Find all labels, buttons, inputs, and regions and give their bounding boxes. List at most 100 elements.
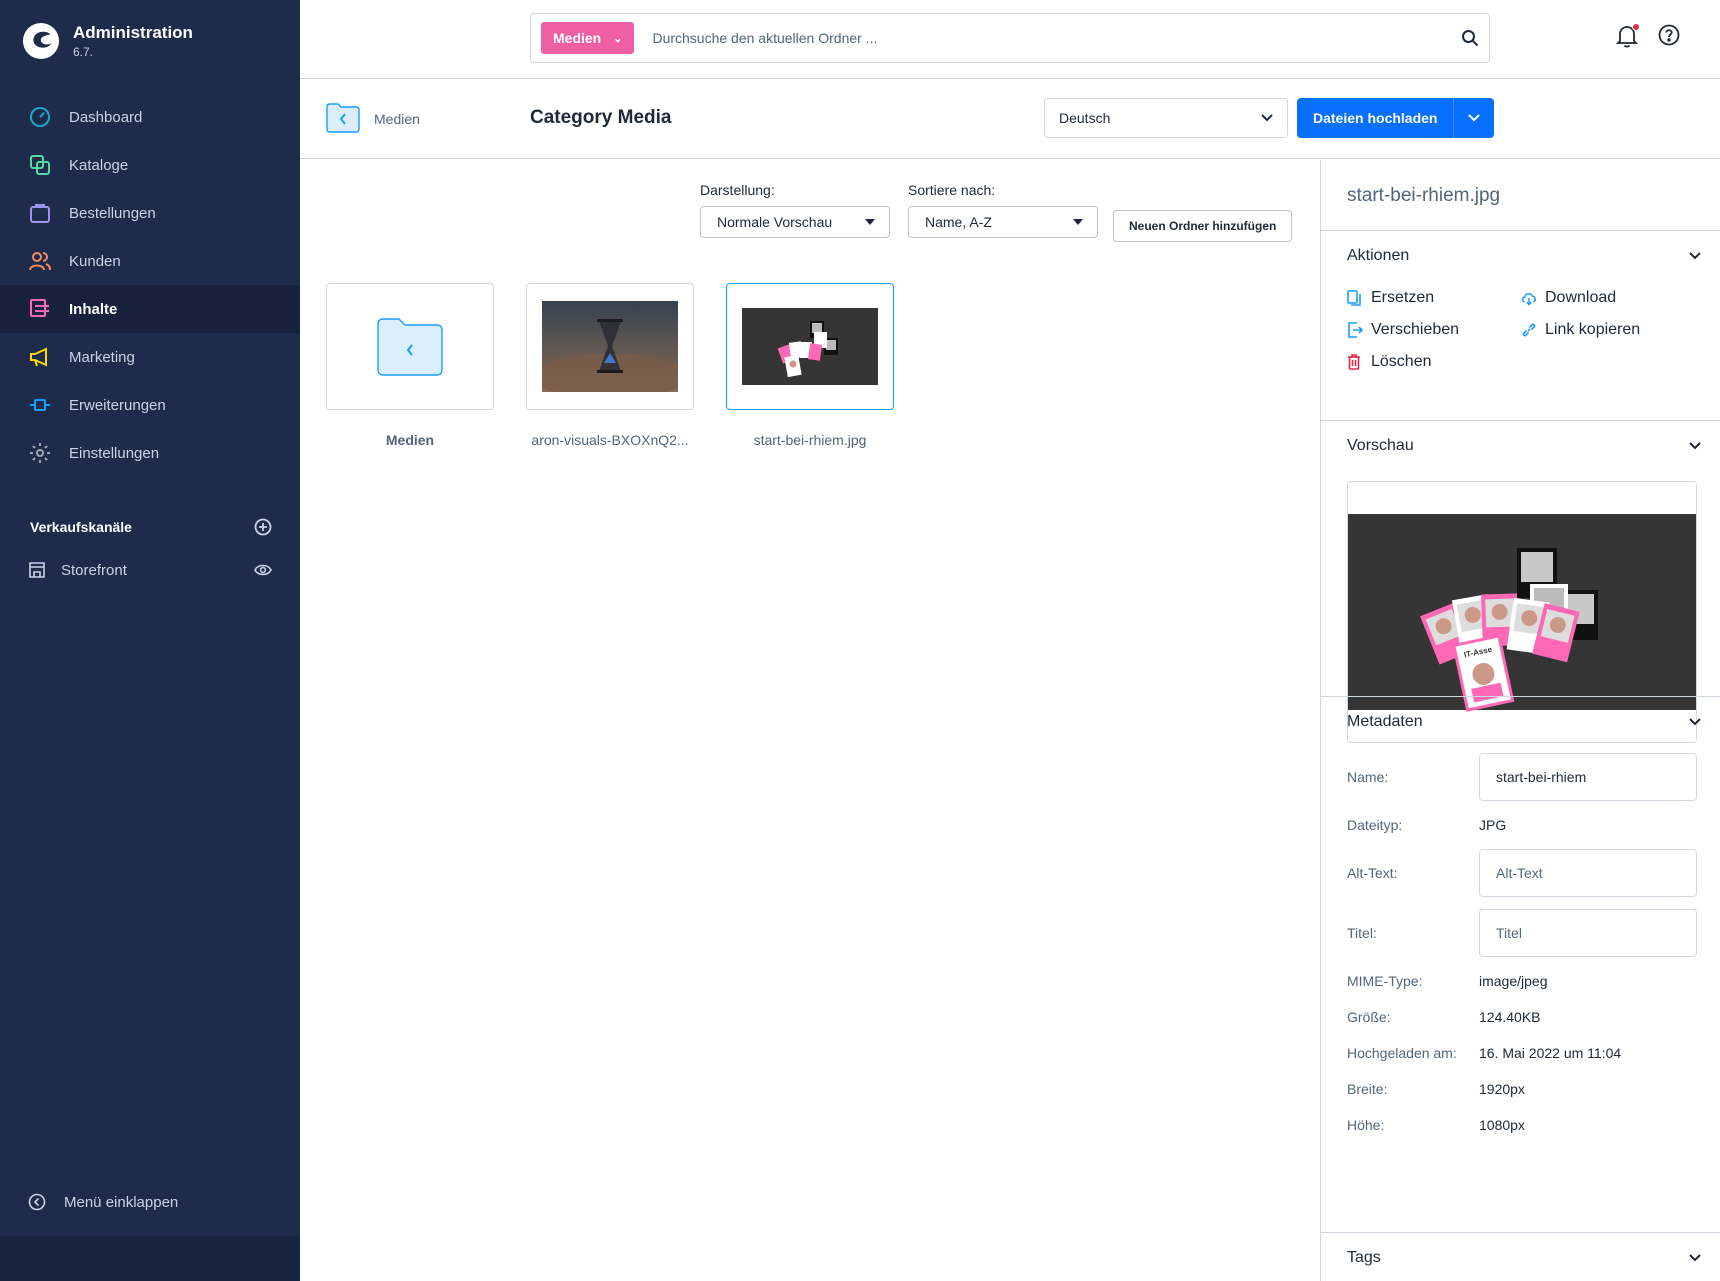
search-type-chip[interactable]: Medien ⌄: [541, 22, 635, 54]
meta-width-row: Breite: 1920px: [1347, 1081, 1701, 1097]
tags-header[interactable]: Tags: [1347, 1249, 1701, 1267]
shopware-logo: [22, 22, 60, 60]
customers-icon: [28, 249, 52, 273]
sidebar-item-label: Dashboard: [69, 108, 143, 126]
title-field[interactable]: [1479, 909, 1697, 957]
metadata-title: Metadaten: [1347, 713, 1423, 730]
upload-button-group: Dateien hochladen: [1297, 98, 1495, 138]
storefront-label: Storefront: [61, 561, 127, 579]
top-icons: [1615, 23, 1680, 53]
cards-photo: [742, 308, 878, 385]
language-select[interactable]: Deutsch: [1044, 98, 1288, 138]
media-item-image[interactable]: aron-visuals-BXOXnQ2...: [526, 283, 694, 448]
meta-width-value: 1920px: [1479, 1081, 1525, 1097]
top-bar: Medien ⌄: [300, 0, 1720, 79]
chevron-left-circle-icon: [28, 1193, 46, 1211]
caret-down-icon: [865, 219, 875, 225]
meta-mime-value: image/jpeg: [1479, 973, 1548, 989]
upload-files-button[interactable]: Dateien hochladen: [1297, 98, 1455, 138]
chevron-down-icon: [1689, 718, 1701, 726]
breadcrumb[interactable]: Medien: [374, 111, 420, 127]
media-item-image-selected[interactable]: start-bei-rhiem.jpg: [726, 283, 894, 448]
orders-icon: [28, 201, 52, 225]
meta-alt-label: Alt-Text:: [1347, 865, 1398, 881]
catalog-icon: [28, 153, 52, 177]
sidebar-item-erweiterungen[interactable]: Erweiterungen: [0, 381, 300, 429]
view-filter: Darstellung: Normale Vorschau: [700, 182, 890, 238]
media-sidebar: start-bei-rhiem.jpg Aktionen Ersetzen Do…: [1320, 160, 1720, 1281]
eye-icon[interactable]: [254, 563, 272, 577]
search-icon[interactable]: [1461, 29, 1479, 47]
metadata-section: Metadaten Name: Dateityp: JPG Alt-Text: …: [1321, 696, 1720, 1146]
search-type-label: Medien: [553, 30, 602, 46]
sort-select-value: Name, A-Z: [925, 214, 992, 230]
upload-options-toggle[interactable]: [1454, 98, 1494, 138]
chevron-down-icon: [1261, 114, 1273, 122]
media-thumbnail: [726, 283, 894, 410]
brand[interactable]: Administration 6.7.: [22, 22, 193, 60]
link-icon: [1522, 323, 1536, 337]
meta-uploaded-row: Hochgeladen am: 16. Mai 2022 um 11:04: [1347, 1045, 1701, 1061]
add-circle-icon[interactable]: [254, 518, 272, 536]
name-field[interactable]: [1479, 753, 1697, 801]
actions-header[interactable]: Aktionen: [1347, 247, 1701, 265]
view-select[interactable]: Normale Vorschau: [700, 206, 890, 238]
sidebar-item-kunden[interactable]: Kunden: [0, 237, 300, 285]
meta-width-label: Breite:: [1347, 1081, 1388, 1097]
view-select-value: Normale Vorschau: [717, 214, 833, 230]
replace-icon: [1347, 289, 1361, 306]
search-bar: Medien ⌄: [530, 13, 1490, 63]
sidebar-item-inhalte[interactable]: Inhalte: [0, 285, 300, 333]
media-thumbnail: [526, 283, 694, 410]
preview-header[interactable]: Vorschau: [1347, 437, 1701, 455]
copy-link-action[interactable]: Link kopieren: [1521, 321, 1687, 339]
chevron-down-icon: ⌄: [613, 32, 623, 45]
sidebar-item-label: Kunden: [69, 252, 121, 270]
meta-name-label: Name:: [1347, 769, 1389, 785]
help-icon[interactable]: [1658, 24, 1680, 46]
sidebar: Administration 6.7. Dashboard Kataloge B…: [0, 0, 300, 1281]
meta-size-row: Größe: 124.40KB: [1347, 1009, 1701, 1025]
folder-back-icon[interactable]: [326, 103, 360, 133]
sidebar-item-kataloge[interactable]: Kataloge: [0, 141, 300, 189]
sidebar-item-label: Erweiterungen: [69, 396, 166, 414]
collapse-menu-label: Menü einklappen: [64, 1193, 179, 1211]
meta-filetype-value: JPG: [1479, 817, 1507, 833]
download-action[interactable]: Download: [1521, 289, 1687, 307]
media-item-name: aron-visuals-BXOXnQ2...: [531, 432, 689, 448]
actions-section: Aktionen Ersetzen Download Verschieben L…: [1321, 230, 1720, 420]
tags-title: Tags: [1347, 1249, 1381, 1266]
sidebar-item-dashboard[interactable]: Dashboard: [0, 93, 300, 141]
chevron-down-icon: [1468, 114, 1481, 122]
sort-select[interactable]: Name, A-Z: [908, 206, 1098, 238]
actions-list: Ersetzen Download Verschieben Link kopie…: [1347, 289, 1687, 371]
sidebar-item-label: Inhalte: [69, 300, 118, 318]
notification-badge: [1632, 23, 1640, 31]
media-grid: Medien aron-visuals-BXOXnQ2... start-bei…: [326, 283, 894, 448]
view-label: Darstellung:: [700, 182, 775, 198]
actions-title: Aktionen: [1347, 247, 1410, 264]
alt-text-field[interactable]: [1479, 849, 1697, 897]
chevron-down-icon: [1689, 442, 1701, 450]
media-item-folder[interactable]: Medien: [326, 283, 494, 448]
new-folder-button[interactable]: Neuen Ordner hinzufügen: [1113, 210, 1293, 242]
notifications-button[interactable]: [1615, 23, 1640, 53]
chevron-down-icon: [1689, 1254, 1701, 1262]
replace-action[interactable]: Ersetzen: [1347, 289, 1521, 307]
metadata-header[interactable]: Metadaten: [1347, 713, 1701, 731]
meta-alt-row: Alt-Text:: [1347, 849, 1701, 897]
sidebar-item-marketing[interactable]: Marketing: [0, 333, 300, 381]
storefront-icon: [29, 562, 45, 578]
dashboard-icon: [28, 105, 52, 129]
sort-label: Sortiere nach:: [908, 182, 996, 198]
download-label: Download: [1545, 289, 1617, 306]
search-input[interactable]: [650, 29, 1461, 47]
move-action[interactable]: Verschieben: [1347, 321, 1521, 339]
sidebar-item-einstellungen[interactable]: Einstellungen: [0, 429, 300, 477]
sales-channel-storefront[interactable]: Storefront: [28, 561, 272, 579]
delete-action[interactable]: Löschen: [1347, 353, 1521, 371]
sidebar-item-bestellungen[interactable]: Bestellungen: [0, 189, 300, 237]
trash-icon: [1348, 354, 1360, 370]
collapse-menu-button[interactable]: Menü einklappen: [28, 1193, 178, 1211]
meta-mime-label: MIME-Type:: [1347, 973, 1423, 989]
